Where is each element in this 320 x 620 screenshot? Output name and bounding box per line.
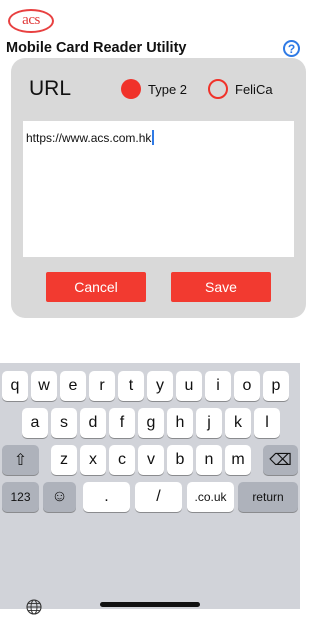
url-dialog: URL Type 2 FeliCa https://www.acs.com.hk…: [11, 58, 306, 318]
key-g[interactable]: g: [138, 408, 164, 438]
radio-felica[interactable]: FeliCa: [208, 79, 273, 99]
keyboard: q w e r t y u i o p a s d f g h j k l ⇧ …: [0, 363, 300, 609]
cancel-button[interactable]: Cancel: [46, 272, 146, 302]
radio-type2-label: Type 2: [148, 81, 188, 97]
shift-key[interactable]: ⇧: [2, 445, 39, 475]
key-s[interactable]: s: [51, 408, 77, 438]
key-v[interactable]: v: [138, 445, 164, 475]
key-i[interactable]: i: [205, 371, 231, 401]
save-button[interactable]: Save: [171, 272, 271, 302]
couk-key[interactable]: .co.uk: [187, 482, 234, 512]
radio-selected-icon: [121, 79, 141, 99]
key-p[interactable]: p: [263, 371, 289, 401]
key-o[interactable]: o: [234, 371, 260, 401]
key-m[interactable]: m: [225, 445, 251, 475]
key-a[interactable]: a: [22, 408, 48, 438]
key-j[interactable]: j: [196, 408, 222, 438]
url-value: https://www.acs.com.hk: [26, 131, 152, 145]
key-u[interactable]: u: [176, 371, 202, 401]
key-w[interactable]: w: [31, 371, 57, 401]
key-c[interactable]: c: [109, 445, 135, 475]
acs-logo: acs: [8, 9, 54, 33]
dialog-title: URL: [29, 77, 72, 100]
numbers-key[interactable]: 123: [2, 482, 39, 512]
key-t[interactable]: t: [118, 371, 144, 401]
key-q[interactable]: q: [2, 371, 28, 401]
key-x[interactable]: x: [80, 445, 106, 475]
app-title: Mobile Card Reader Utility: [6, 40, 187, 56]
radio-unselected-icon: [208, 79, 228, 99]
key-l[interactable]: l: [254, 408, 280, 438]
key-z[interactable]: z: [51, 445, 77, 475]
home-indicator: [100, 602, 200, 607]
key-f[interactable]: f: [109, 408, 135, 438]
slash-key[interactable]: /: [135, 482, 182, 512]
key-d[interactable]: d: [80, 408, 106, 438]
key-k[interactable]: k: [225, 408, 251, 438]
key-n[interactable]: n: [196, 445, 222, 475]
dot-key[interactable]: .: [83, 482, 130, 512]
key-h[interactable]: h: [167, 408, 193, 438]
radio-type2[interactable]: Type 2: [121, 79, 187, 99]
logo-text: acs: [22, 11, 40, 28]
key-b[interactable]: b: [167, 445, 193, 475]
url-input[interactable]: https://www.acs.com.hk: [23, 121, 294, 257]
radio-felica-label: FeliCa: [235, 81, 273, 97]
globe-icon[interactable]: [26, 599, 42, 620]
help-icon[interactable]: ?: [283, 40, 300, 57]
key-e[interactable]: e: [60, 371, 86, 401]
key-y[interactable]: y: [147, 371, 173, 401]
text-caret: [152, 130, 155, 145]
emoji-icon: ☺: [51, 488, 68, 505]
return-key[interactable]: return: [238, 482, 298, 512]
key-r[interactable]: r: [89, 371, 115, 401]
delete-icon: ⌫: [269, 452, 292, 469]
emoji-key[interactable]: ☺: [43, 482, 76, 512]
shift-icon: ⇧: [13, 452, 28, 469]
delete-key[interactable]: ⌫: [263, 445, 298, 475]
